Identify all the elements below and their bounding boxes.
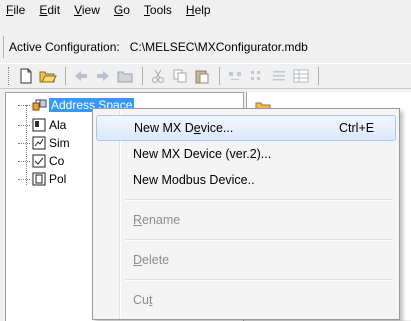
small-icons-icon[interactable] xyxy=(247,66,267,86)
tree-item-simulation[interactable]: Sim xyxy=(18,134,70,152)
shortcut-label: Ctrl+E xyxy=(339,121,375,135)
toolbar-separator xyxy=(142,67,143,85)
toolbar xyxy=(0,63,411,89)
menu-separator xyxy=(125,199,393,201)
menu-separator xyxy=(125,239,393,241)
menu-item-new-modbus-device[interactable]: New Modbus Device.. xyxy=(96,167,396,193)
menu-item-delete[interactable]: Delete xyxy=(96,247,396,273)
menu-item-rename[interactable]: Rename xyxy=(96,207,396,233)
toolbar-separator xyxy=(65,67,66,85)
open-icon[interactable] xyxy=(38,66,58,86)
context-menu: New MX De vice... Ctrl+E New MX Device (v… xyxy=(92,108,400,320)
toolbar-separator xyxy=(219,67,220,85)
paste-icon[interactable] xyxy=(192,66,212,86)
document-icon xyxy=(32,118,46,132)
forward-arrow-icon[interactable] xyxy=(93,66,113,86)
tree-item-label: Sim xyxy=(49,136,70,150)
list-icon[interactable] xyxy=(269,66,289,86)
menu-help[interactable]: Help xyxy=(186,3,211,17)
config-label: Active Configuration: xyxy=(9,40,120,54)
menu-file[interactable]: File xyxy=(6,3,25,17)
tree-item-communication[interactable]: Co xyxy=(18,152,64,170)
menu-item-new-mx-device[interactable]: New MX De vice... Ctrl+E xyxy=(96,115,396,141)
back-arrow-icon[interactable] xyxy=(71,66,91,86)
copy-icon[interactable] xyxy=(170,66,190,86)
menu-tools[interactable]: Tools xyxy=(144,3,172,17)
clipboard-icon xyxy=(32,172,46,186)
tree-item-alarm[interactable]: Ala xyxy=(18,116,66,134)
menu-view[interactable]: View xyxy=(74,3,100,17)
tree-item-polling[interactable]: Pol xyxy=(18,170,66,188)
toolbar-grip[interactable] xyxy=(8,67,12,85)
menu-item-new-mx-device-ver2[interactable]: New MX Device (ver.2)... xyxy=(96,141,396,167)
config-path: C:\MELSEC\MXConfigurator.mdb xyxy=(129,40,308,54)
folder-icon[interactable] xyxy=(115,66,135,86)
large-icons-icon[interactable] xyxy=(225,66,245,86)
menu-item-cut[interactable]: Cu t xyxy=(96,287,396,313)
tree-item-label: Co xyxy=(49,154,65,168)
menu-edit[interactable]: Edit xyxy=(39,3,60,17)
cut-icon[interactable] xyxy=(148,66,168,86)
checkbox-document-icon xyxy=(32,154,46,168)
menu-separator xyxy=(125,279,393,281)
tree-item-label: Ala xyxy=(49,118,67,132)
toolbar-separator xyxy=(318,67,319,85)
tree-item-label: Pol xyxy=(49,172,67,186)
menu-go[interactable]: Go xyxy=(114,3,130,17)
simulation-icon xyxy=(32,136,46,150)
configuration-bar: Active Configuration: C:\MELSEC\MXConfig… xyxy=(3,36,411,58)
details-icon[interactable] xyxy=(291,66,311,86)
new-icon[interactable] xyxy=(16,66,36,86)
menu-bar: File Edit View Go Tools Help xyxy=(0,0,411,20)
address-space-icon xyxy=(32,98,47,112)
